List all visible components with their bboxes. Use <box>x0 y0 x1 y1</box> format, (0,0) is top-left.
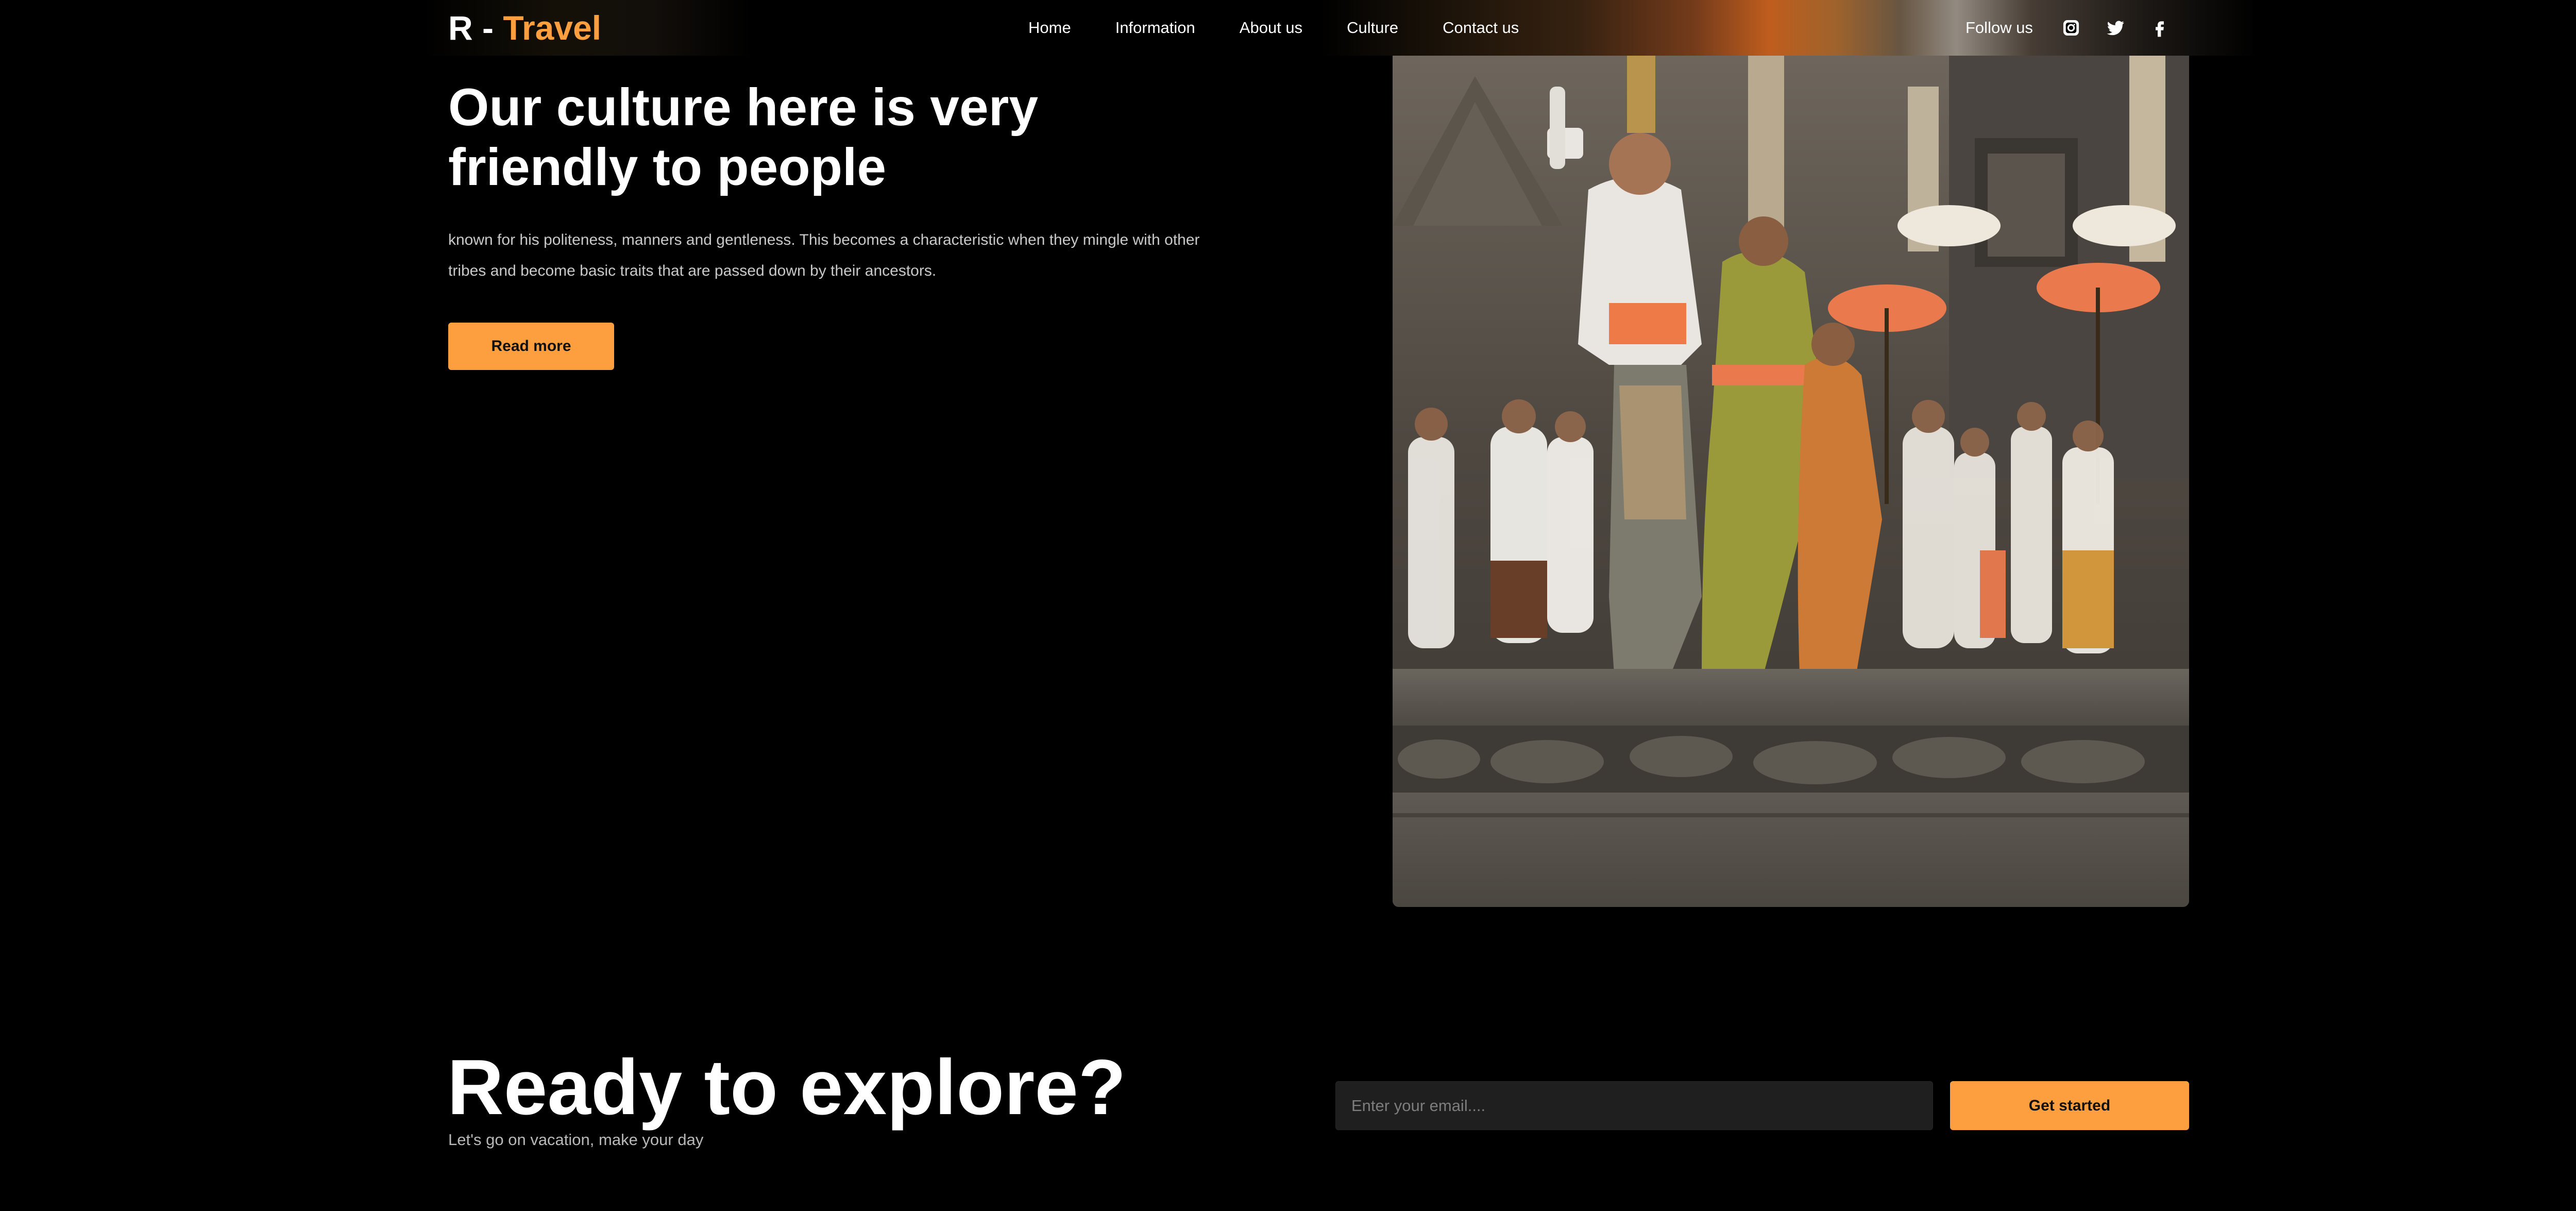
read-more-button[interactable]: Read more <box>448 323 614 370</box>
logo-accent-text: Travel <box>503 9 602 47</box>
cta-title: Ready to explore? <box>447 1044 1126 1131</box>
twitter-icon[interactable] <box>2103 15 2128 40</box>
hero-description: known for his politeness, manners and ge… <box>448 231 1200 279</box>
nav-home[interactable]: Home <box>1028 14 1071 41</box>
instagram-icon[interactable] <box>2059 15 2083 40</box>
site-header: R - Travel Home Information About us Cul… <box>0 0 2576 56</box>
logo-text: R - <box>448 9 503 47</box>
culture-photo <box>1393 56 2189 907</box>
facebook-icon[interactable] <box>2147 15 2172 40</box>
nav-contact-us[interactable]: Contact us <box>1443 14 1519 41</box>
cta-subtitle: Let's go on vacation, make your day <box>448 1131 704 1149</box>
nav-about-us[interactable]: About us <box>1240 14 1302 41</box>
site-logo[interactable]: R - Travel <box>448 7 601 48</box>
get-started-button[interactable]: Get started <box>1950 1081 2189 1130</box>
email-input[interactable] <box>1335 1081 1933 1130</box>
page: R - Travel Home Information About us Cul… <box>0 0 2576 1211</box>
main-nav: Home Information About us Culture Contac… <box>1028 14 1519 41</box>
hero-title: Our culture here is very friendly to peo… <box>448 78 1039 196</box>
follow-us-label: Follow us <box>1965 19 2033 37</box>
nav-information[interactable]: Information <box>1115 14 1195 41</box>
nav-culture[interactable]: Culture <box>1347 14 1398 41</box>
